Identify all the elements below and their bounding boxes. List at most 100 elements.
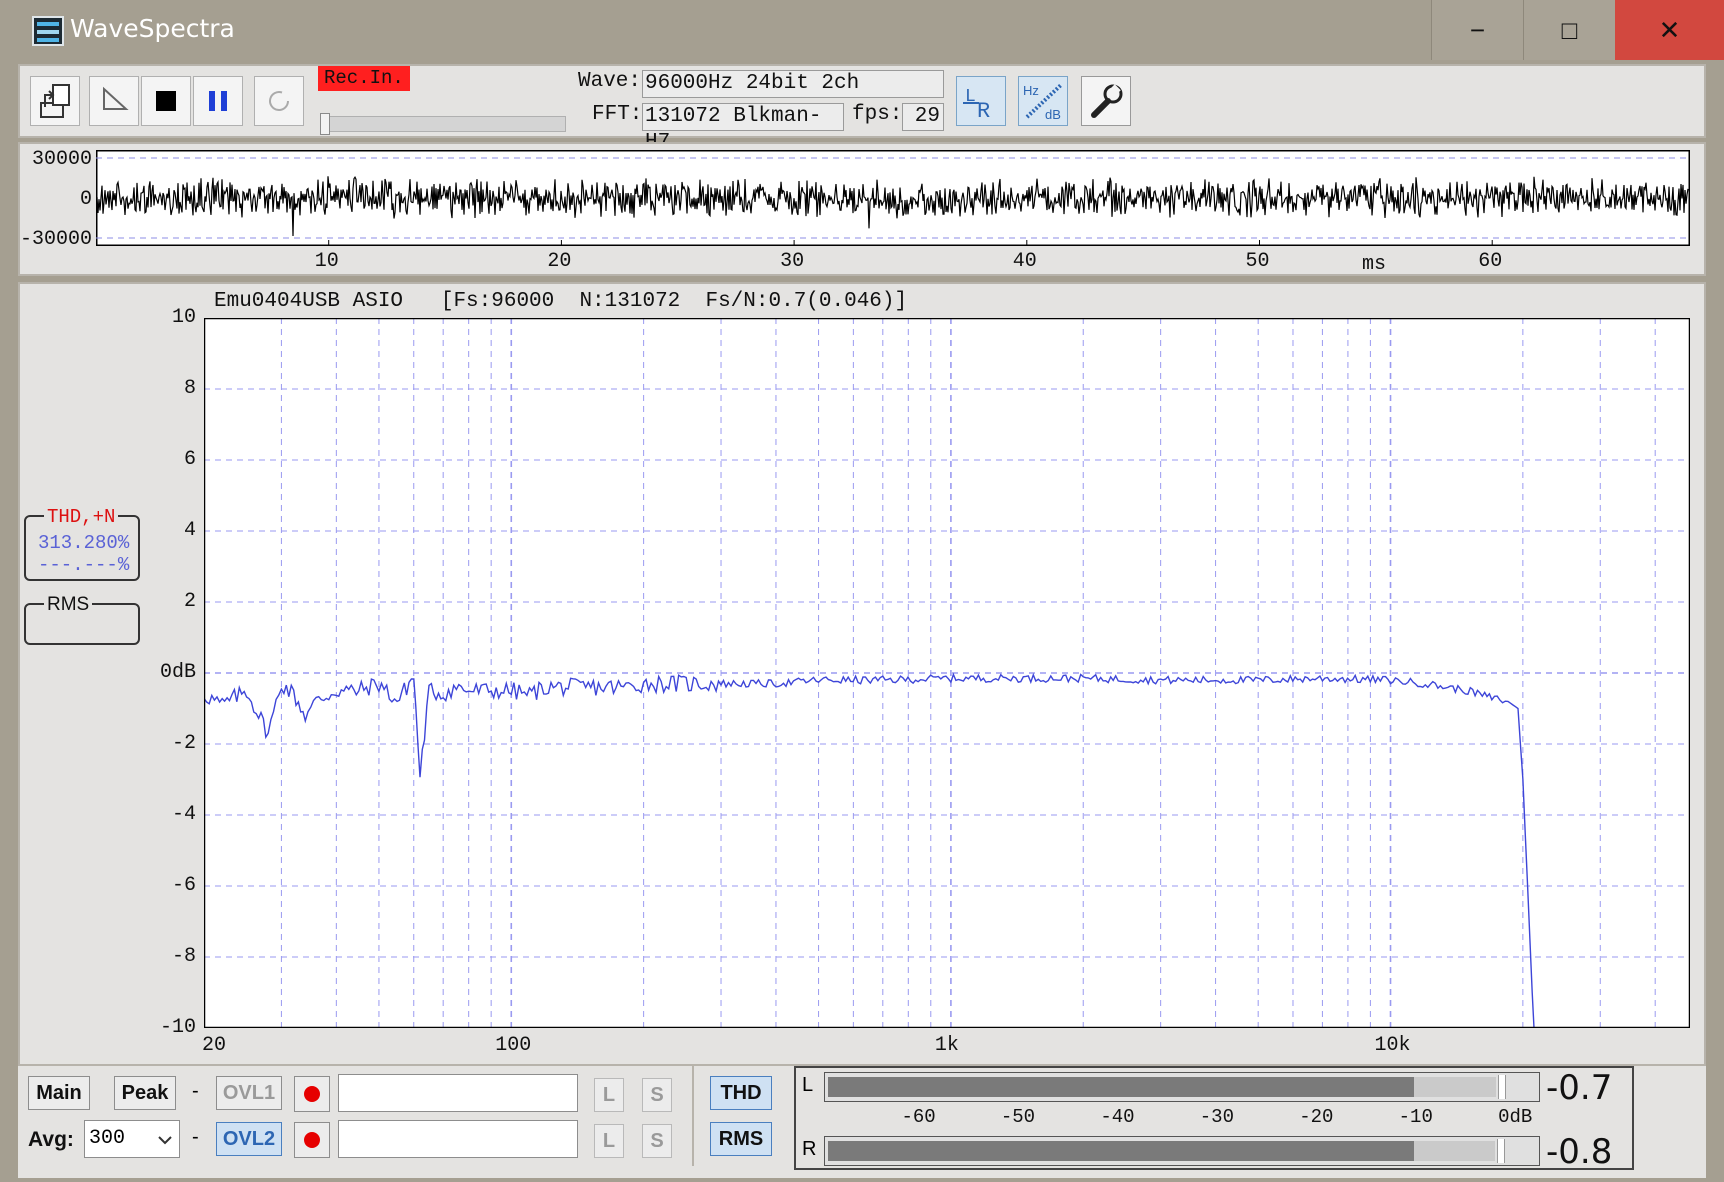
meter-r-peak-marker bbox=[1497, 1139, 1506, 1163]
spectrum-x-tick: 20 bbox=[202, 1034, 227, 1057]
settings-button[interactable] bbox=[1081, 76, 1131, 126]
meter-scale-label: 0dB bbox=[1498, 1106, 1533, 1128]
spectrum-plot[interactable] bbox=[204, 318, 1690, 1028]
spectrum-x-tick: 100 bbox=[495, 1034, 532, 1057]
ovl1-button[interactable]: OVL1 bbox=[216, 1076, 282, 1110]
spectrum-y-tick: 8 bbox=[183, 377, 196, 400]
fps-label: fps: bbox=[852, 103, 903, 126]
spectrum-y-tick: 4 bbox=[183, 519, 196, 542]
ovl2-file-field[interactable] bbox=[338, 1120, 578, 1158]
wave-x-tick: 10 bbox=[314, 250, 339, 273]
dash-separator: - bbox=[192, 1080, 199, 1102]
spectrum-y-tick: 2 bbox=[183, 590, 196, 613]
repeat-button[interactable] bbox=[254, 76, 304, 126]
meter-scale-label: -30 bbox=[1199, 1106, 1234, 1128]
meter-l-fill bbox=[828, 1077, 1417, 1097]
meter-scale-label: -60 bbox=[901, 1106, 936, 1128]
spectrum-y-tick: -10 bbox=[159, 1016, 196, 1039]
main-button[interactable]: Main bbox=[28, 1076, 90, 1110]
wave-x-tick: 60 bbox=[1478, 250, 1503, 273]
lr-channel-icon: L R bbox=[963, 87, 990, 123]
minimize-icon: − bbox=[1469, 14, 1486, 45]
rms-button[interactable]: RMS bbox=[710, 1122, 772, 1156]
wave-x-tick: 30 bbox=[780, 250, 805, 273]
wave-format-field: 96000Hz 24bit 2ch bbox=[642, 70, 944, 98]
thd-value: 313.280% bbox=[38, 532, 130, 554]
fps-value: 29 bbox=[902, 103, 944, 131]
minimize-button[interactable]: − bbox=[1431, 0, 1523, 60]
close-button[interactable]: ✕ bbox=[1615, 0, 1724, 60]
avg-select[interactable]: 300 bbox=[84, 1120, 180, 1158]
ovl2-save-button[interactable]: S bbox=[642, 1124, 672, 1158]
thdn-value: ---.---% bbox=[38, 554, 130, 576]
stop-button[interactable] bbox=[141, 76, 191, 126]
wave-x-tick: 20 bbox=[547, 250, 572, 273]
meter-scale-label: -40 bbox=[1100, 1106, 1135, 1128]
meter-l-value: -0.7 bbox=[1546, 1068, 1613, 1108]
hz-db-scale-button[interactable]: Hz dB bbox=[1018, 76, 1068, 126]
thd-title: THD,+N bbox=[44, 506, 119, 528]
meter-scale-label: -50 bbox=[1000, 1106, 1036, 1128]
record-position-track[interactable] bbox=[326, 116, 566, 132]
ovl1-save-button[interactable]: S bbox=[642, 1078, 672, 1112]
stop-icon bbox=[156, 91, 176, 111]
maximize-icon: □ bbox=[1561, 14, 1578, 45]
rec-in-indicator: Rec.In. bbox=[318, 66, 410, 91]
spectrum-y-tick: -8 bbox=[171, 945, 196, 968]
settings-wrench-icon bbox=[1091, 84, 1123, 118]
record-dot-icon bbox=[304, 1086, 320, 1102]
rms-title: RMS bbox=[44, 594, 93, 616]
ovl1-load-button[interactable]: L bbox=[594, 1078, 624, 1112]
spectrum-header: Emu0404USB ASIO [Fs:96000 N:131072 Fs/N:… bbox=[214, 290, 908, 313]
spectrum-x-tick: 10k bbox=[1374, 1034, 1411, 1057]
fft-label: FFT: bbox=[592, 103, 643, 126]
window-title: WaveSpectra bbox=[70, 14, 235, 43]
app-icon bbox=[32, 16, 64, 46]
meter-l-channel: L bbox=[802, 1074, 814, 1096]
wave-y-tick: 30000 bbox=[31, 148, 92, 171]
spectrum-y-tick: 10 bbox=[171, 306, 196, 329]
meter-l-range bbox=[1413, 1077, 1497, 1097]
meter-r-fill bbox=[828, 1141, 1417, 1161]
meter-r-bar bbox=[824, 1136, 1540, 1166]
hz-db-scale-icon: Hz dB bbox=[1023, 83, 1063, 122]
thd-button[interactable]: THD bbox=[710, 1076, 772, 1110]
spectrum-y-tick: 0dB bbox=[159, 661, 196, 684]
wave-x-unit: ms bbox=[1362, 253, 1387, 276]
pause-button[interactable] bbox=[193, 76, 243, 126]
wave-x-tick: 50 bbox=[1245, 250, 1270, 273]
play-button[interactable] bbox=[89, 76, 139, 126]
record-dot-icon bbox=[304, 1132, 320, 1148]
open-button[interactable] bbox=[30, 76, 80, 126]
wave-x-tick: 40 bbox=[1012, 250, 1037, 273]
ovl2-record-button[interactable] bbox=[294, 1122, 330, 1158]
spectrum-y-tick: 6 bbox=[183, 448, 196, 471]
spectrum-y-tick: -6 bbox=[171, 874, 196, 897]
peak-button[interactable]: Peak bbox=[114, 1076, 176, 1110]
ovl2-load-button[interactable]: L bbox=[594, 1124, 624, 1158]
maximize-button[interactable]: □ bbox=[1523, 0, 1615, 60]
wave-label: Wave: bbox=[578, 70, 642, 93]
lr-channel-button[interactable]: L R bbox=[956, 76, 1006, 126]
ovl1-record-button[interactable] bbox=[294, 1076, 330, 1112]
meter-l-peak-marker bbox=[1498, 1075, 1507, 1099]
wave-y-tick: -30000 bbox=[19, 228, 92, 251]
ovl1-file-field[interactable] bbox=[338, 1074, 578, 1112]
ovl2-button[interactable]: OVL2 bbox=[216, 1122, 282, 1156]
dash-separator: - bbox=[192, 1126, 199, 1148]
meter-scale-label: -20 bbox=[1299, 1106, 1334, 1128]
chevron-down-icon bbox=[158, 1136, 172, 1145]
waveform-plot[interactable] bbox=[96, 150, 1690, 246]
svg-text:Hz: Hz bbox=[1023, 83, 1039, 98]
record-position-thumb[interactable] bbox=[320, 113, 330, 135]
meter-r-range bbox=[1413, 1141, 1496, 1161]
divider bbox=[692, 1066, 694, 1166]
play-icon bbox=[103, 86, 129, 110]
pause-icon bbox=[209, 91, 227, 111]
fft-setting-field[interactable]: 131072 Blkman-H7 bbox=[642, 103, 844, 154]
avg-label: Avg: bbox=[28, 1128, 74, 1151]
close-icon: ✕ bbox=[1658, 14, 1681, 45]
meter-r-channel: R bbox=[802, 1138, 817, 1160]
meter-l-bar bbox=[824, 1072, 1540, 1102]
meter-scale-label: -10 bbox=[1398, 1106, 1433, 1128]
